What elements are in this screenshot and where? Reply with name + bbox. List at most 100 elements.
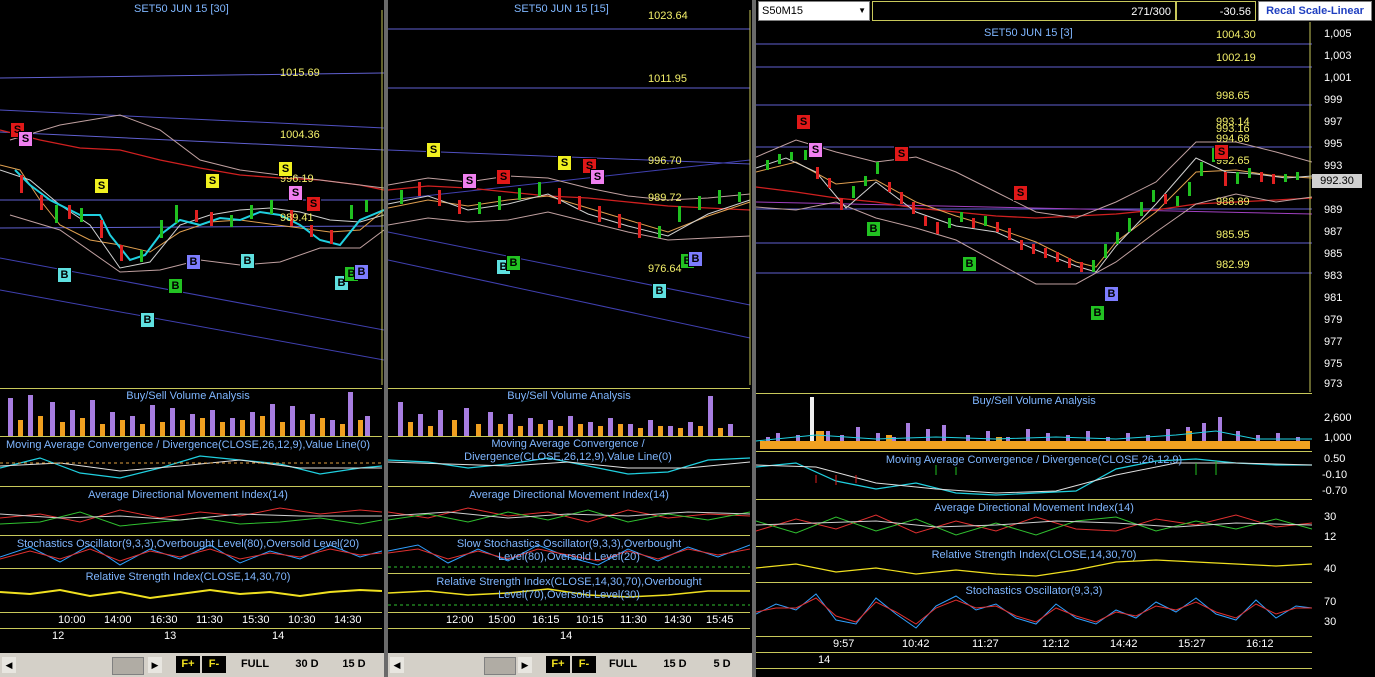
price-axis[interactable]: 1,005 1,003 1,001 999 997 995 993 992.30… (1312, 22, 1375, 392)
y-tick-label: 997 (1324, 116, 1343, 128)
buy-signal-marker[interactable]: B (354, 264, 369, 280)
buy-signal-marker[interactable]: B (688, 251, 703, 267)
sell-signal-marker[interactable]: S (205, 173, 220, 189)
sell-signal-marker[interactable]: S (557, 155, 572, 171)
day-label: 14 (560, 630, 573, 642)
scroll-left-icon[interactable]: ◀ (390, 657, 404, 673)
time-label: 10:00 (58, 614, 86, 626)
rsi-pane-title: Relative Strength Index(CLOSE,14,30,70),… (436, 576, 702, 601)
level-label: 1004.36 (280, 129, 320, 141)
buy-signal-marker[interactable]: B (1104, 286, 1119, 302)
time-label: 11:30 (620, 614, 647, 626)
adx-pane-title: Average Directional Movement Index(14) (88, 489, 288, 501)
range-15d-button[interactable]: 15 D (652, 656, 698, 673)
change-field: -30.56 (1176, 1, 1256, 21)
y-tick-label: 1,001 (1324, 72, 1352, 84)
time-label: 11:30 (196, 614, 223, 626)
time-label: 14:00 (104, 614, 132, 626)
sell-signal-marker[interactable]: S (278, 161, 293, 177)
buy-signal-marker[interactable]: B (168, 278, 183, 294)
time-label: 15:30 (242, 614, 270, 626)
sell-signal-marker[interactable]: S (796, 114, 811, 130)
buy-signal-marker[interactable]: B (652, 283, 667, 299)
recal-scale-button[interactable]: Recal Scale-Linear (1258, 1, 1372, 21)
panel-toolbar: ◀ ▶ F+ F- FULL 15 D 5 D (388, 653, 752, 677)
level-label: 976.64 (648, 263, 682, 275)
chevron-down-icon: ▼ (858, 6, 866, 15)
full-range-button[interactable]: FULL (600, 656, 646, 673)
sell-signal-marker[interactable]: S (288, 185, 303, 201)
panel-toolbar: ◀ ▶ F+ F- FULL 30 D 15 D (0, 653, 384, 677)
sell-signal-marker[interactable]: S (496, 169, 511, 185)
buy-signal-marker[interactable]: B (140, 312, 155, 328)
chart-panel-30min[interactable]: SET50 JUN 15 [30] 1015.69 1004.36 996.19… (0, 0, 384, 677)
full-range-button[interactable]: FULL (232, 656, 278, 673)
time-label: 10:30 (288, 614, 316, 626)
macd-axis-label: -0.10 (1322, 469, 1348, 481)
sell-signal-marker[interactable]: S (590, 169, 605, 185)
sell-signal-marker[interactable]: S (94, 178, 109, 194)
sell-signal-marker[interactable]: S (1013, 185, 1028, 201)
rsi-pane-title: Relative Strength Index(CLOSE,14,30,70) (85, 571, 291, 583)
change-value: -30.56 (1219, 6, 1251, 18)
sell-signal-marker[interactable]: S (462, 173, 477, 189)
buy-signal-marker[interactable]: B (962, 256, 977, 272)
level-label: 989.72 (648, 192, 682, 204)
y-tick-label: 981 (1324, 292, 1343, 304)
range-5d-button[interactable]: 5 D (702, 656, 742, 673)
day-label: 13 (164, 630, 177, 642)
price-chart[interactable] (0, 0, 384, 388)
y-tick-label: 1,003 (1324, 50, 1352, 62)
scroll-right-icon[interactable]: ▶ (148, 657, 162, 673)
chart-panel-3min[interactable]: S50M15 ▼ 271/300 -30.56 Recal Scale-Line… (756, 0, 1375, 677)
adx-pane-title: Average Directional Movement Index(14) (934, 502, 1134, 514)
sell-signal-marker[interactable]: S (18, 131, 33, 147)
buy-signal-marker[interactable]: B (186, 254, 201, 270)
macd-axis-label: 0.50 (1324, 453, 1346, 465)
level-label: 1011.95 (648, 73, 687, 85)
zoom-out-button[interactable]: F- (572, 656, 596, 673)
y-tick-label: 979 (1324, 314, 1343, 326)
zoom-in-button[interactable]: F+ (176, 656, 200, 673)
stoch-axis-label: 70 (1324, 596, 1337, 608)
scrollbar-thumb[interactable] (112, 657, 144, 675)
current-price-tag: 992.30 (1312, 174, 1362, 188)
time-label: 11:27 (972, 638, 999, 650)
sell-signal-marker[interactable]: S (808, 142, 823, 158)
zoom-in-button[interactable]: F+ (546, 656, 570, 673)
time-label: 12:12 (1042, 638, 1070, 650)
time-label: 15:45 (706, 614, 734, 626)
range-30d-button[interactable]: 30 D (284, 656, 330, 673)
scroll-left-icon[interactable]: ◀ (2, 657, 16, 673)
sell-signal-marker[interactable]: S (894, 146, 909, 162)
sell-signal-marker[interactable]: S (1214, 144, 1229, 160)
volume-pane-title: Buy/Sell Volume Analysis (507, 390, 631, 402)
zoom-out-button[interactable]: F- (202, 656, 226, 673)
buy-signal-marker[interactable]: B (1090, 305, 1105, 321)
buy-signal-marker[interactable]: B (506, 255, 521, 271)
scrollbar-thumb[interactable] (484, 657, 516, 675)
scroll-right-icon[interactable]: ▶ (518, 657, 532, 673)
buy-signal-marker[interactable]: B (57, 267, 72, 283)
volume-pane-title: Buy/Sell Volume Analysis (972, 395, 1096, 407)
price-chart[interactable] (388, 0, 752, 388)
symbol-select-value: S50M15 (762, 5, 803, 17)
sell-signal-marker[interactable]: S (306, 196, 321, 212)
macd-pane-title: Moving Average Convergence / Divergence(… (885, 454, 1183, 466)
day-label: 12 (52, 630, 65, 642)
rsi-pane-title: Relative Strength Index(CLOSE,14,30,70) (931, 549, 1137, 561)
y-tick-label: 995 (1324, 138, 1343, 150)
time-label: 15:27 (1178, 638, 1206, 650)
range-15d-button[interactable]: 15 D (334, 656, 374, 673)
time-label: 16:30 (150, 614, 178, 626)
buy-signal-marker[interactable]: B (866, 221, 881, 237)
sell-signal-marker[interactable]: S (426, 142, 441, 158)
chart-panel-15min[interactable]: SET50 JUN 15 [15] 1023.64 1011.95 996.70… (388, 0, 752, 677)
bar-counter-field: 271/300 (872, 1, 1176, 21)
rsi-axis-label: 40 (1324, 563, 1337, 575)
buy-signal-marker[interactable]: B (240, 253, 255, 269)
level-label: 1002.19 (1216, 52, 1256, 64)
symbol-select[interactable]: S50M15 ▼ (758, 1, 870, 21)
y-tick-label: 1,005 (1324, 28, 1352, 40)
level-label: 985.95 (1216, 229, 1250, 241)
